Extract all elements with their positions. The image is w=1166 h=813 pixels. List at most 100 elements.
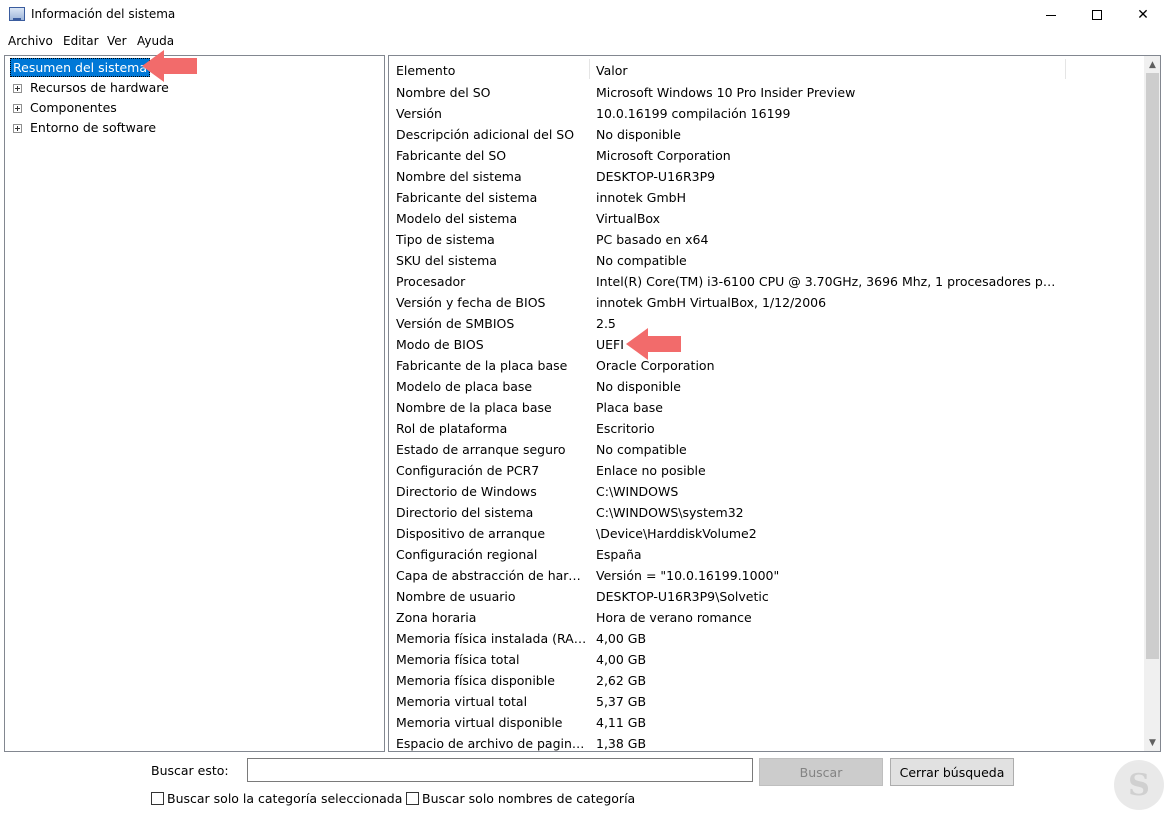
cell-elemento: Modelo del sistema <box>396 211 518 226</box>
table-row[interactable]: SKU del sistema No compatible <box>389 250 1144 271</box>
maximize-button[interactable] <box>1074 0 1120 30</box>
table-row[interactable]: Espacio de archivo de paginaci... 1,38 GB <box>389 733 1144 751</box>
tree-item-componentes[interactable]: Componentes <box>5 98 305 118</box>
vertical-scrollbar[interactable]: ▲ ▼ <box>1144 56 1160 751</box>
cell-valor: España <box>596 547 642 562</box>
checkbox-box[interactable] <box>406 792 419 805</box>
cell-elemento: Estado de arranque seguro <box>396 442 566 457</box>
checkbox-box[interactable] <box>151 792 164 805</box>
cell-valor: innotek GmbH VirtualBox, 1/12/2006 <box>596 295 827 310</box>
cell-valor: 5,37 GB <box>596 694 647 709</box>
table-row[interactable]: Capa de abstracción de hardw... Versión =… <box>389 565 1144 586</box>
cell-valor: Oracle Corporation <box>596 358 715 373</box>
table-row[interactable]: Memoria virtual disponible 4,11 GB <box>389 712 1144 733</box>
table-row[interactable]: Configuración de PCR7 Enlace no posible <box>389 460 1144 481</box>
search-button[interactable]: Buscar <box>759 758 883 786</box>
cell-elemento: Fabricante de la placa base <box>396 358 568 373</box>
cell-elemento: SKU del sistema <box>396 253 497 268</box>
tree-item-label: Componentes <box>30 100 117 115</box>
menu-bar: Archivo Editar Ver Ayuda <box>0 31 1166 51</box>
checkbox-selected-category[interactable]: Buscar solo la categoría seleccionada <box>151 790 403 808</box>
table-row[interactable]: Memoria física total 4,00 GB <box>389 649 1144 670</box>
table-row[interactable]: Nombre del sistema DESKTOP-U16R3P9 <box>389 166 1144 187</box>
tree-item-resumen-del-sistema[interactable]: Resumen del sistema <box>10 58 151 77</box>
menu-archivo[interactable]: Archivo <box>8 34 53 48</box>
table-row[interactable]: Modelo de placa base No disponible <box>389 376 1144 397</box>
cell-valor: PC basado en x64 <box>596 232 709 247</box>
expand-plus-icon[interactable] <box>13 104 22 113</box>
cell-elemento: Nombre del SO <box>396 85 491 100</box>
tree-item-entorno-de-software[interactable]: Entorno de software <box>5 118 305 138</box>
cell-valor: 1,38 GB <box>596 736 647 751</box>
table-row[interactable]: Memoria virtual total 5,37 GB <box>389 691 1144 712</box>
scroll-up-icon[interactable]: ▲ <box>1144 56 1160 73</box>
table-row[interactable]: Nombre del SO Microsoft Windows 10 Pro In… <box>389 82 1144 103</box>
table-row[interactable]: Versión 10.0.16199 compilación 16199 <box>389 103 1144 124</box>
cell-elemento: Directorio del sistema <box>396 505 534 520</box>
cell-elemento: Dispositivo de arranque <box>396 526 546 541</box>
table-row[interactable]: Fabricante del SO Microsoft Corporation <box>389 145 1144 166</box>
table-row[interactable]: Estado de arranque seguro No compatible <box>389 439 1144 460</box>
details-list[interactable]: Elemento Valor Nombre del SO Microsoft Wi… <box>388 55 1161 752</box>
scroll-thumb[interactable] <box>1146 73 1159 659</box>
table-row[interactable]: Dispositivo de arranque \Device\HarddiskV… <box>389 523 1144 544</box>
table-row[interactable]: Versión de SMBIOS 2.5 <box>389 313 1144 334</box>
table-row[interactable]: Memoria física disponible 2,62 GB <box>389 670 1144 691</box>
table-row[interactable]: Versión y fecha de BIOS innotek GmbH Virt… <box>389 292 1144 313</box>
cell-valor: Escritorio <box>596 421 655 436</box>
table-row[interactable]: Rol de plataforma Escritorio <box>389 418 1144 439</box>
table-row[interactable]: Modo de BIOS UEFI <box>389 334 1144 355</box>
table-row[interactable]: Modelo del sistema VirtualBox <box>389 208 1144 229</box>
menu-ayuda[interactable]: Ayuda <box>137 34 174 48</box>
menu-ver[interactable]: Ver <box>107 34 127 48</box>
cell-valor: C:\WINDOWS <box>596 484 679 499</box>
checkbox-label: Buscar solo la categoría seleccionada <box>167 791 403 806</box>
column-header-elemento[interactable]: Elemento <box>389 56 589 82</box>
cell-valor: innotek GmbH <box>596 190 686 205</box>
cell-elemento: Memoria física disponible <box>396 673 555 688</box>
search-label: Buscar esto: <box>151 763 229 778</box>
cell-elemento: Versión de SMBIOS <box>396 316 515 331</box>
table-row[interactable]: Zona horaria Hora de verano romance <box>389 607 1144 628</box>
table-row[interactable]: Fabricante de la placa base Oracle Corpor… <box>389 355 1144 376</box>
column-divider[interactable] <box>1065 59 1066 79</box>
cell-elemento: Nombre del sistema <box>396 169 522 184</box>
menu-editar[interactable]: Editar <box>63 34 99 48</box>
cell-elemento: Capa de abstracción de hardw... <box>396 568 588 583</box>
table-row[interactable]: Directorio del sistema C:\WINDOWS\system3… <box>389 502 1144 523</box>
table-row[interactable]: Fabricante del sistema innotek GmbH <box>389 187 1144 208</box>
minimize-button[interactable] <box>1028 0 1074 30</box>
table-row[interactable]: Descripción adicional del SO No disponibl… <box>389 124 1144 145</box>
cell-elemento: Rol de plataforma <box>396 421 508 436</box>
table-row[interactable]: Memoria física instalada (RAM) 4,00 GB <box>389 628 1144 649</box>
table-row[interactable]: Directorio de Windows C:\WINDOWS <box>389 481 1144 502</box>
cell-valor: No disponible <box>596 379 681 394</box>
table-row[interactable]: Nombre de la placa base Placa base <box>389 397 1144 418</box>
cell-elemento: Modo de BIOS <box>396 337 484 352</box>
category-tree[interactable]: Resumen del sistema Recursos de hardware… <box>4 55 385 752</box>
checkbox-category-names[interactable]: Buscar solo nombres de categoría <box>406 790 646 808</box>
expand-plus-icon[interactable] <box>13 84 22 93</box>
close-button[interactable]: ✕ <box>1120 0 1166 30</box>
red-arrow-icon <box>142 50 198 82</box>
minimize-icon <box>1046 14 1056 16</box>
cell-valor: No disponible <box>596 127 681 142</box>
table-row[interactable]: Procesador Intel(R) Core(TM) i3-6100 CPU … <box>389 271 1144 292</box>
cell-elemento: Memoria virtual disponible <box>396 715 563 730</box>
cell-elemento: Directorio de Windows <box>396 484 537 499</box>
scroll-down-icon[interactable]: ▼ <box>1144 734 1160 751</box>
expand-plus-icon[interactable] <box>13 124 22 133</box>
search-input[interactable] <box>247 758 753 782</box>
table-row[interactable]: Tipo de sistema PC basado en x64 <box>389 229 1144 250</box>
cell-valor: VirtualBox <box>596 211 661 226</box>
table-row[interactable]: Nombre de usuario DESKTOP-U16R3P9\Solveti… <box>389 586 1144 607</box>
table-row[interactable]: Configuración regional España <box>389 544 1144 565</box>
cell-valor: 4,11 GB <box>596 715 647 730</box>
cell-valor: Hora de verano romance <box>596 610 752 625</box>
cell-elemento: Fabricante del sistema <box>396 190 538 205</box>
column-header-valor[interactable]: Valor <box>589 56 1065 82</box>
cell-elemento: Nombre de la placa base <box>396 400 552 415</box>
close-search-button[interactable]: Cerrar búsqueda <box>890 758 1014 786</box>
title-bar: Información del sistema ✕ <box>0 0 1166 30</box>
cell-elemento: Configuración regional <box>396 547 538 562</box>
